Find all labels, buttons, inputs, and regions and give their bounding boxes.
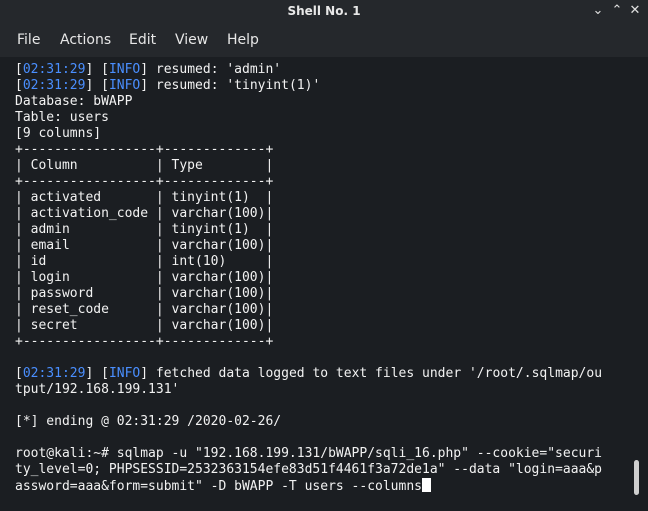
columns-count-line: [9 columns] [15,126,102,141]
table-header: | Column | Type | [15,158,274,173]
table-row: | secret | varchar(100)| [15,318,274,333]
table-border: +-----------------+-------------+ [15,334,274,349]
menu-bar: File Actions Edit View Help [0,24,648,57]
command-line: ty_level=0; PHPSESSID=2532363154efe83d51… [15,462,602,477]
info-line: [02:31:29] [INFO] resumed: 'tinyint(1)' [15,78,321,93]
maximize-button[interactable]: ⌃ [608,2,626,20]
table-row: | reset_code | varchar(100)| [15,302,274,317]
command-text: assword=aaa&form=submit" -D bWAPP -T use… [15,479,422,494]
timestamp: 02:31:29 [22,366,86,381]
table-row: | password | varchar(100)| [15,286,274,301]
menu-actions[interactable]: Actions [60,32,111,48]
database-line: Database: bWAPP [15,94,133,109]
table-row: | email | varchar(100)| [15,238,274,253]
menu-view[interactable]: View [175,32,208,48]
ending-line: [*] ending @ 02:31:29 /2020-02-26/ [15,414,282,429]
table-border: +-----------------+-------------+ [15,174,274,189]
window-title: Shell No. 1 [287,4,361,18]
table-row: | admin | tinyint(1) | [15,222,274,237]
minimize-button[interactable]: ⌄ [589,2,607,20]
command-line-last: assword=aaa&form=submit" -D bWAPP -T use… [15,478,431,494]
timestamp: 02:31:29 [22,62,86,77]
table-row: | login | varchar(100)| [15,270,274,285]
table-border: +-----------------+-------------+ [15,142,274,157]
timestamp: 02:31:29 [22,78,86,93]
info-tag: INFO [108,62,141,77]
menu-help[interactable]: Help [227,32,259,48]
info-line: [02:31:29] [INFO] resumed: 'admin' [15,62,282,77]
text-cursor [422,478,431,492]
table-row: | id | int(10) | [15,254,274,269]
terminal-output[interactable]: [02:31:29] [INFO] resumed: 'admin' [02:3… [0,57,648,511]
command-line: root@kali:~# sqlmap -u "192.168.199.131/… [15,446,602,461]
fetched-line: [02:31:29] [INFO] fetched data logged to… [15,366,603,381]
scrollbar-thumb[interactable] [634,460,639,495]
info-text: resumed: 'admin' [148,62,282,77]
info-tag: INFO [108,366,141,381]
info-tag: INFO [108,78,141,93]
info-text: fetched data logged to text files under … [148,366,603,381]
title-bar: Shell No. 1 ⌄ ⌃ ✕ [0,0,648,24]
menu-file[interactable]: File [17,32,40,48]
terminal-window: Shell No. 1 ⌄ ⌃ ✕ File Actions Edit View… [0,0,648,511]
table-line: Table: users [15,110,109,125]
table-row: | activation_code | varchar(100)| [15,206,274,221]
menu-edit[interactable]: Edit [129,32,156,48]
close-button[interactable]: ✕ [626,2,644,20]
info-text: resumed: 'tinyint(1)' [148,78,321,93]
fetched-line-continued: tput/192.168.199.131' [15,382,180,397]
table-row: | activated | tinyint(1) | [15,190,274,205]
